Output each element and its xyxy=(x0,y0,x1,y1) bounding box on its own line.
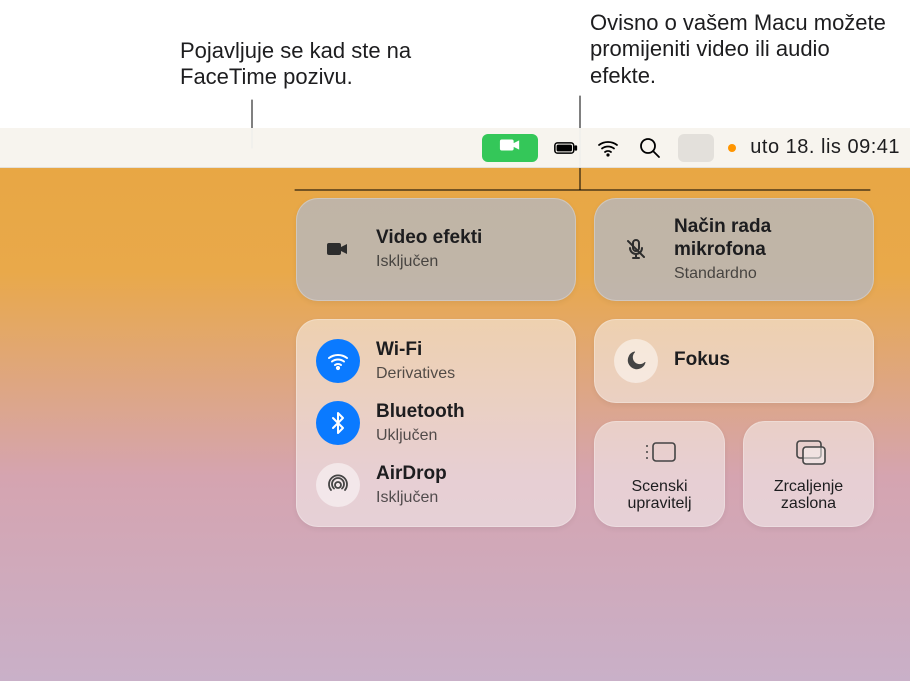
mic-mode-title: Način rada mikrofona xyxy=(674,216,854,262)
tile-connectivity: Wi-Fi Derivatives Bluetooth Uključen Air… xyxy=(296,319,576,527)
row-airdrop[interactable]: AirDrop Isključen xyxy=(316,463,556,507)
battery-icon[interactable] xyxy=(552,134,580,162)
facetime-indicator[interactable] xyxy=(482,134,538,162)
video-effects-sub: Isključen xyxy=(376,252,482,271)
small-tile-row: Scenski upravitelj Zrcaljenje zaslona xyxy=(594,421,874,527)
tile-mic-mode[interactable]: Način rada mikrofona Standardno xyxy=(594,198,874,301)
screen-mirroring-icon xyxy=(791,437,827,472)
annotation-area: Pojavljuje se kad ste na FaceTime pozivu… xyxy=(0,0,910,128)
wifi-icon[interactable] xyxy=(594,134,622,162)
video-effects-icon xyxy=(316,227,360,271)
callout-effects: Ovisno o vašem Macu možete promijeniti v… xyxy=(590,10,890,89)
stage-manager-label: Scenski upravitelj xyxy=(602,478,717,513)
wifi-title: Wi-Fi xyxy=(376,339,455,362)
tile-focus[interactable]: Fokus xyxy=(594,319,874,403)
mic-in-use-dot xyxy=(728,144,736,152)
bluetooth-title: Bluetooth xyxy=(376,401,465,424)
mic-mode-labels: Način rada mikrofona Standardno xyxy=(674,216,854,283)
callout-effects-text: Ovisno o vašem Macu možete promijeniti v… xyxy=(590,10,886,88)
tile-video-effects[interactable]: Video efekti Isključen xyxy=(296,198,576,301)
wifi-toggle-icon xyxy=(316,339,360,383)
airdrop-sub: Isključen xyxy=(376,488,447,507)
screen-mirroring-label: Zrcaljenje zaslona xyxy=(751,478,866,513)
menubar: uto 18. lis 09:41 xyxy=(0,128,910,168)
row-wifi[interactable]: Wi-Fi Derivatives xyxy=(316,339,556,383)
focus-labels: Fokus xyxy=(674,349,730,372)
callout-facetime: Pojavljuje se kad ste na FaceTime pozivu… xyxy=(180,38,480,91)
wifi-labels: Wi-Fi Derivatives xyxy=(376,339,455,383)
menubar-clock[interactable]: uto 18. lis 09:41 xyxy=(750,136,900,159)
mic-mode-sub: Standardno xyxy=(674,264,854,283)
focus-title: Fokus xyxy=(674,349,730,372)
airdrop-labels: AirDrop Isključen xyxy=(376,463,447,507)
bluetooth-toggle-icon xyxy=(316,401,360,445)
control-center-panel: Video efekti Isključen Način rada mikrof… xyxy=(278,180,892,545)
wifi-sub: Derivatives xyxy=(376,364,455,383)
airdrop-title: AirDrop xyxy=(376,463,447,486)
control-center-button[interactable] xyxy=(678,134,714,162)
video-effects-labels: Video efekti Isključen xyxy=(376,227,482,271)
focus-icon xyxy=(614,339,658,383)
video-effects-title: Video efekti xyxy=(376,227,482,250)
spotlight-icon[interactable] xyxy=(636,134,664,162)
camera-icon xyxy=(499,134,521,162)
bluetooth-sub: Uključen xyxy=(376,426,465,445)
tile-stage-manager[interactable]: Scenski upravitelj xyxy=(594,421,725,527)
callout-facetime-text: Pojavljuje se kad ste na FaceTime pozivu… xyxy=(180,38,411,89)
tile-screen-mirroring[interactable]: Zrcaljenje zaslona xyxy=(743,421,874,527)
bluetooth-labels: Bluetooth Uključen xyxy=(376,401,465,445)
row-bluetooth[interactable]: Bluetooth Uključen xyxy=(316,401,556,445)
stage-manager-icon xyxy=(642,437,678,472)
mic-mode-icon xyxy=(614,227,658,271)
airdrop-toggle-icon xyxy=(316,463,360,507)
